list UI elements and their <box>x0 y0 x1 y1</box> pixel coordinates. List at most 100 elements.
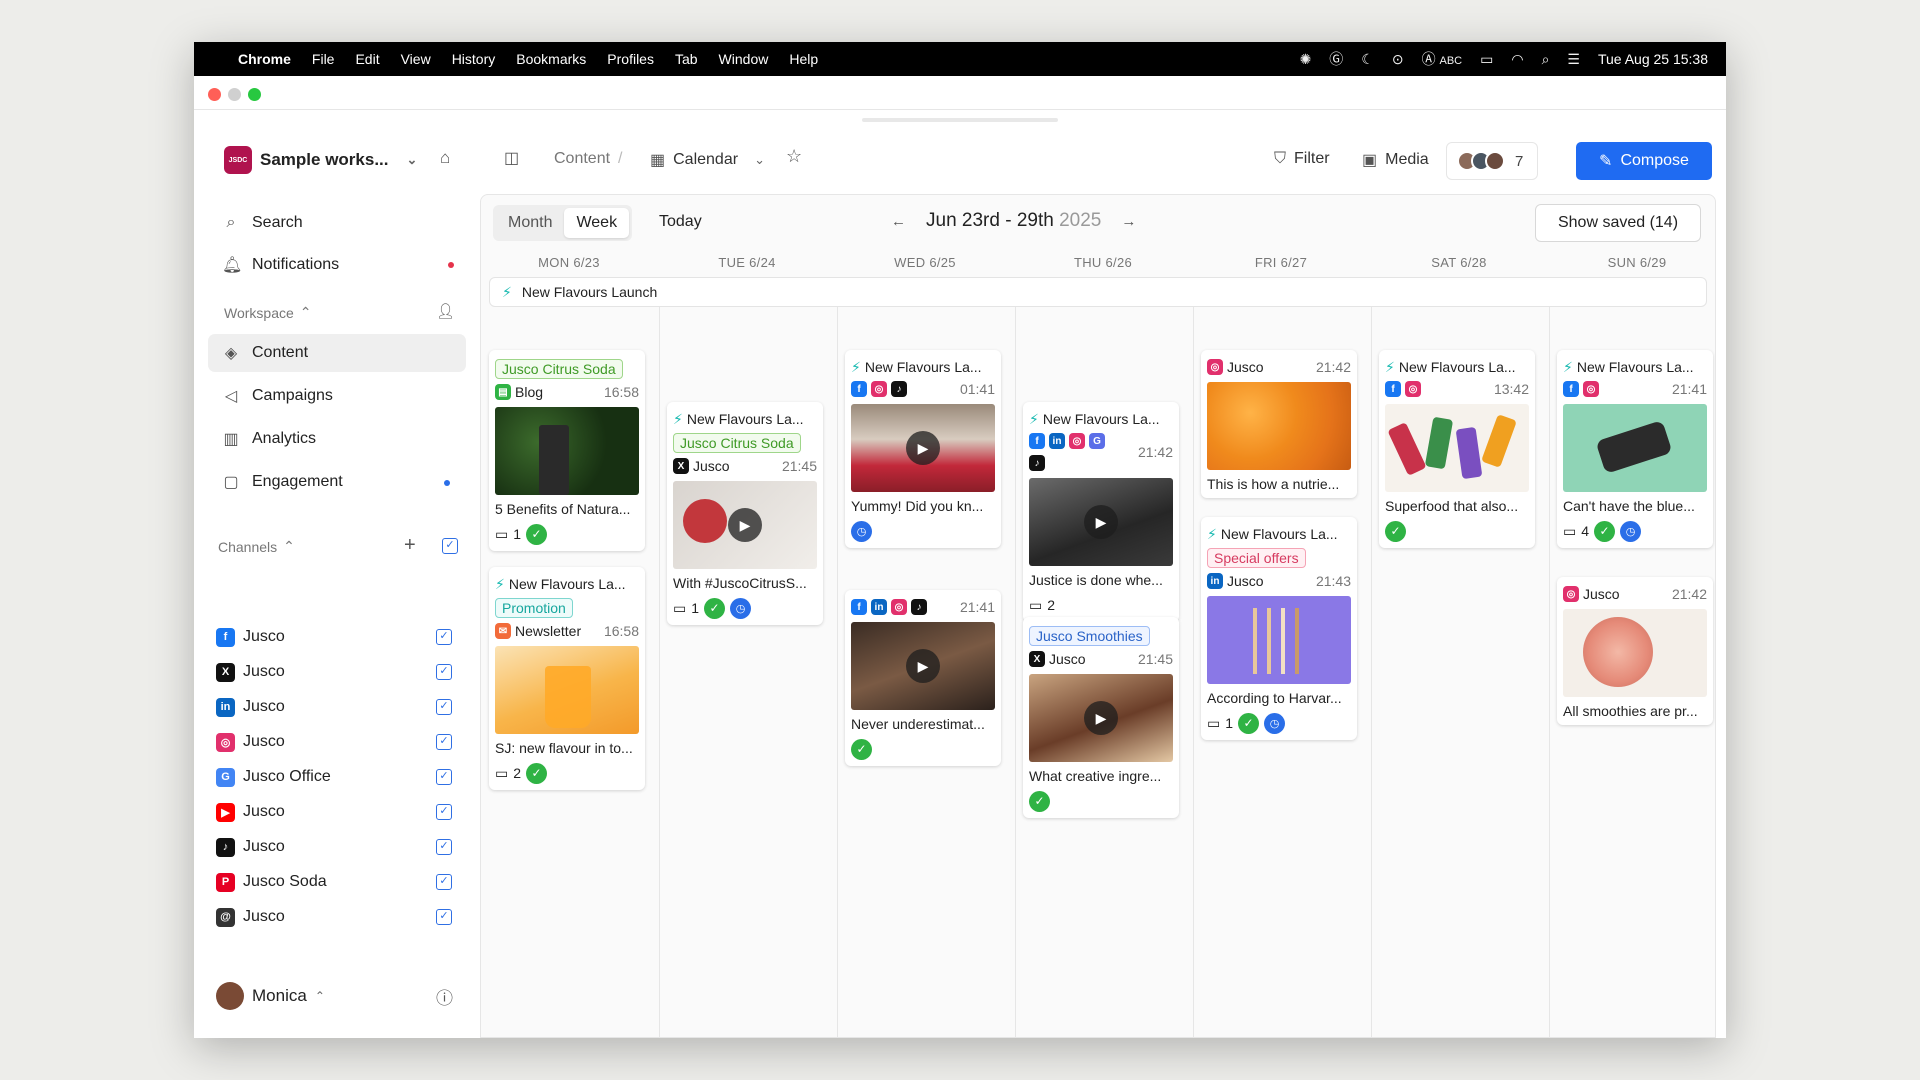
star-icon[interactable]: ☆ <box>786 146 802 167</box>
channel-item-instagram[interactable]: ◎ Jusco ✓ <box>216 726 466 758</box>
channel-name: Jusco <box>243 733 285 750</box>
arrow-left-icon[interactable]: ← <box>891 213 906 230</box>
channel-item-tiktok[interactable]: ♪ Jusco ✓ <box>216 831 466 863</box>
menubar-clock[interactable]: Tue Aug 25 15:38 <box>1598 51 1708 67</box>
help-icon[interactable]: ⓘ <box>436 984 453 1009</box>
channel-item-google[interactable]: G Jusco Office ✓ <box>216 761 466 793</box>
sidebar-item-analytics[interactable]: ▥ Analytics <box>208 420 466 458</box>
pen-icon: ✎ <box>1599 153 1613 170</box>
sidebar-item-campaigns[interactable]: ◁ Campaigns <box>208 377 466 415</box>
address-bar-handle[interactable] <box>862 118 1058 122</box>
post-card[interactable]: ⚡︎ New Flavours La... f ◎ 13:42 Superfood t… <box>1379 350 1535 548</box>
post-card[interactable]: ◎ Jusco 21:42 All smoothies are pr... <box>1557 577 1713 725</box>
approved-check-icon: ✓ <box>1029 790 1050 812</box>
workspace-switcher[interactable]: JSDC Sample works... ⌄ <box>224 146 417 174</box>
channels-select-all-checkbox[interactable]: ✓ <box>442 538 458 554</box>
channel-item-pinterest[interactable]: P Jusco Soda ✓ <box>216 866 466 898</box>
media-button[interactable]: ▣ Media <box>1362 150 1429 170</box>
menu-tab[interactable]: Tab <box>675 51 698 67</box>
post-card[interactable]: ⚡︎ New Flavours La... f ◎ ♪ 01:41 ▶ Yummy! D… <box>845 350 1001 548</box>
sidebar-toggle-icon[interactable]: ◫ <box>504 148 519 168</box>
menu-help[interactable]: Help <box>789 51 818 67</box>
post-card[interactable]: ⚡︎ New Flavours La... Promotion ✉ Newslett… <box>489 567 645 790</box>
channel-name: Jusco <box>1049 651 1086 667</box>
home-icon[interactable]: ⌂ <box>440 148 450 168</box>
today-button[interactable]: Today <box>659 213 702 231</box>
channel-item-linkedin[interactable]: in Jusco ✓ <box>216 691 466 723</box>
day-column-divider <box>1371 307 1372 1037</box>
post-card[interactable]: f in ◎ ♪ 21:41 ▶ Never underestimat... ✓ <box>845 590 1001 766</box>
menu-view[interactable]: View <box>401 51 431 67</box>
add-channel-icon[interactable]: + <box>404 534 416 557</box>
channel-checkbox[interactable]: ✓ <box>436 769 452 785</box>
channel-checkbox[interactable]: ✓ <box>436 839 452 855</box>
play-icon[interactable]: ⊙ <box>1392 51 1404 68</box>
notifications-button[interactable]: 🔔︎ Notifications <box>208 246 466 284</box>
brightness-icon[interactable]: ✺ <box>1300 51 1312 68</box>
comment-icon: ▭ <box>495 764 509 781</box>
member-avatar <box>1485 151 1505 171</box>
post-caption: Can't have the blue... <box>1563 498 1695 514</box>
menu-history[interactable]: History <box>452 51 496 67</box>
menu-edit[interactable]: Edit <box>355 51 379 67</box>
view-month-button[interactable]: Month <box>496 208 564 238</box>
campaign-banner[interactable]: ⚡︎ New Flavours Launch <box>489 277 1707 307</box>
post-card[interactable]: ⚡︎ New Flavours La... Jusco Citrus Soda X… <box>667 402 823 625</box>
channels-section-header[interactable]: Channels ⌃ <box>218 538 295 555</box>
channel-item-threads[interactable]: @ Jusco ✓ <box>216 901 466 933</box>
post-card[interactable]: ⚡︎ New Flavours La... f ◎ 21:41 Can't have … <box>1557 350 1713 548</box>
zoom-window-button[interactable] <box>248 88 261 101</box>
show-saved-button[interactable]: Show saved (14) <box>1535 204 1701 242</box>
channel-checkbox[interactable]: ✓ <box>436 629 452 645</box>
battery-icon[interactable]: ▭ <box>1480 51 1493 68</box>
channel-checkbox[interactable]: ✓ <box>436 804 452 820</box>
menu-window[interactable]: Window <box>719 51 769 67</box>
channel-checkbox[interactable]: ✓ <box>436 909 452 925</box>
channel-checkbox[interactable]: ✓ <box>436 874 452 890</box>
sidebar-item-content[interactable]: ◈ Content <box>208 334 466 372</box>
post-card[interactable]: Jusco Smoothies X Jusco 21:45 ▶ What creat… <box>1023 617 1179 818</box>
comment-count: 1 <box>513 526 522 542</box>
channel-item-x[interactable]: X Jusco ✓ <box>216 656 466 688</box>
channel-item-facebook[interactable]: f Jusco ✓ <box>216 621 466 653</box>
post-time: 16:58 <box>603 384 639 400</box>
spotlight-icon[interactable]: ⌕ <box>1542 51 1550 68</box>
members-button[interactable]: 7 <box>1446 142 1538 180</box>
bottle-shape <box>1424 416 1454 470</box>
post-card[interactable]: ⚡︎ New Flavours La... Special offers in Ju… <box>1201 517 1357 740</box>
post-time: 21:45 <box>1137 651 1173 667</box>
workspace-section-header[interactable]: Workspace ⌃ <box>224 304 312 321</box>
menu-bookmarks[interactable]: Bookmarks <box>516 51 586 67</box>
minimize-window-button[interactable] <box>228 88 241 101</box>
input-source-icon[interactable]: Ⓐ ABC <box>1422 49 1463 69</box>
fruit-shape <box>683 499 727 543</box>
channel-checkbox[interactable]: ✓ <box>436 664 452 680</box>
user-menu[interactable]: Monica ⌃ <box>216 982 325 1010</box>
control-center-icon[interactable]: ☰ <box>1567 51 1580 68</box>
channel-item-youtube[interactable]: ▶ Jusco ✓ <box>216 796 466 828</box>
channel-checkbox[interactable]: ✓ <box>436 699 452 715</box>
view-week-button[interactable]: Week <box>564 208 630 238</box>
menu-app-name[interactable]: Chrome <box>238 51 291 67</box>
search-button[interactable]: ⌕ Search <box>208 204 466 242</box>
compose-button[interactable]: ✎ Compose <box>1576 142 1712 180</box>
close-window-button[interactable] <box>208 88 221 101</box>
grammarly-icon[interactable]: Ⓖ <box>1329 49 1343 69</box>
post-time: 21:42 <box>1137 444 1173 460</box>
moon-icon[interactable]: ☾ <box>1361 51 1374 68</box>
menu-profiles[interactable]: Profiles <box>607 51 654 67</box>
sidebar-item-engagement[interactable]: ▢ Engagement <box>208 463 466 501</box>
post-card[interactable]: Jusco Citrus Soda ▤ Blog 16:58 5 Benefits … <box>489 350 645 551</box>
wifi-icon[interactable]: ◠ <box>1511 51 1523 68</box>
channel-checkbox[interactable]: ✓ <box>436 734 452 750</box>
post-card[interactable]: ◎ Jusco 21:42 This is how a nutrie... <box>1201 350 1357 498</box>
scheduled-clock-icon: ◷ <box>1264 712 1286 734</box>
filter-button[interactable]: ⛉ Filter <box>1274 150 1330 168</box>
newsletter-icon: ✉ <box>495 623 511 639</box>
breadcrumb-content[interactable]: Content <box>554 150 610 168</box>
post-card[interactable]: ⚡︎ New Flavours La... f in ◎ G ♪ 21:42 ▶ Just… <box>1023 402 1179 622</box>
menu-file[interactable]: File <box>312 51 335 67</box>
calendar-view-selector[interactable]: ▦ Calendar ⌄ <box>650 150 765 170</box>
invite-user-icon[interactable]: 👤︎ <box>436 302 455 320</box>
arrow-right-icon[interactable]: → <box>1121 213 1136 230</box>
